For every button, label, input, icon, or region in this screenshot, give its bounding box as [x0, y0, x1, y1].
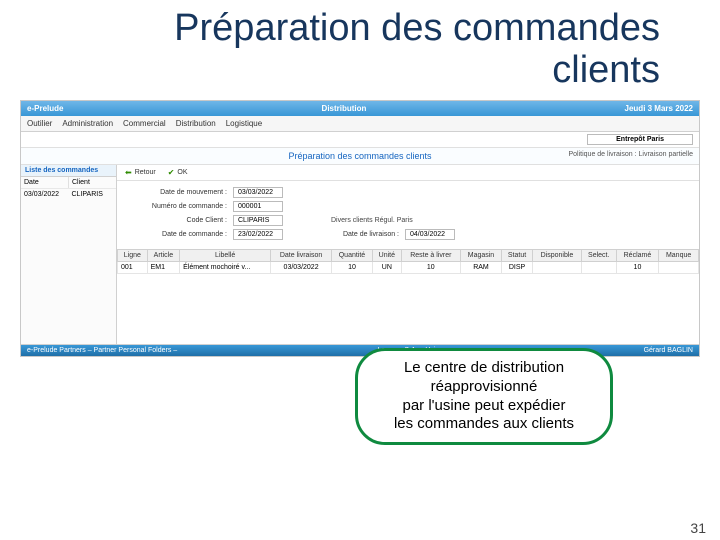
th[interactable]: Select.	[581, 249, 616, 261]
slide-title: Préparation des commandes clients	[0, 0, 720, 92]
menu-item[interactable]: Logistique	[226, 119, 262, 128]
menu-item[interactable]: Outilier	[27, 119, 52, 128]
grid-row[interactable]: 001 EM1 Élément mochoiré v... 03/03/2022…	[118, 261, 699, 273]
speech-bubble: Le centre de distribution réapprovisionn…	[355, 348, 613, 445]
app-menubar[interactable]: Outilier Administration Commercial Distr…	[21, 116, 699, 132]
td	[533, 261, 582, 273]
th[interactable]: Ligne	[118, 249, 148, 261]
td: 10	[616, 261, 659, 273]
td: EM1	[147, 261, 179, 273]
annotation-line: Le centre de distribution	[368, 359, 600, 378]
check-icon: ✔	[168, 168, 175, 177]
th[interactable]: Unité	[373, 249, 402, 261]
menu-item[interactable]: Commercial	[123, 119, 166, 128]
td: RAM	[460, 261, 501, 273]
label-date-cmd: Date de commande :	[127, 231, 227, 238]
orders-list-title: Liste des commandes	[21, 165, 116, 177]
label-client: Code Client :	[127, 217, 227, 224]
body-area: Liste des commandes Date Client 03/03/20…	[21, 165, 699, 345]
annotation-line: les commandes aux clients	[368, 415, 600, 434]
order-form: Date de mouvement : 03/03/2022 Numéro de…	[117, 181, 699, 249]
td: 001	[118, 261, 148, 273]
td	[659, 261, 699, 273]
delivery-policy: Politique de livraison : Livraison parti…	[568, 151, 693, 158]
blank-area	[117, 274, 699, 344]
context-bar: Entrepôt Paris	[21, 132, 699, 148]
menu-item[interactable]: Administration	[62, 119, 113, 128]
app-header: e-Prelude Distribution Jeudi 3 Mars 2022	[21, 101, 699, 116]
th[interactable]: Libellé	[180, 249, 271, 261]
section-title-text: Préparation des commandes clients	[288, 151, 431, 161]
app-date: Jeudi 3 Mars 2022	[625, 104, 693, 113]
label-num: Numéro de commande :	[127, 203, 227, 210]
th[interactable]: Manque	[659, 249, 699, 261]
footer-right: Gérard BAGLIN	[644, 347, 693, 354]
td: DISP	[502, 261, 533, 273]
th[interactable]: Magasin	[460, 249, 501, 261]
back-label: Retour	[135, 169, 156, 176]
col-date: Date	[21, 177, 69, 188]
td: Élément mochoiré v...	[180, 261, 271, 273]
td: UN	[373, 261, 402, 273]
back-button[interactable]: ⬅ Retour	[125, 168, 156, 177]
th[interactable]: Statut	[502, 249, 533, 261]
app-brand: e-Prelude	[27, 104, 63, 113]
th[interactable]: Reste à livrer	[401, 249, 460, 261]
ok-button[interactable]: ✔ OK	[168, 168, 188, 177]
annotation-line: par l'usine peut expédier	[368, 397, 600, 416]
orders-list-headers: Date Client	[21, 177, 116, 188]
page-number: 31	[690, 520, 706, 536]
arrow-left-icon: ⬅	[125, 168, 132, 177]
detail-toolbar: ⬅ Retour ✔ OK	[117, 165, 699, 181]
cell-client: CLIPARIS	[69, 189, 117, 200]
th[interactable]: Quantité	[331, 249, 372, 261]
input-date-cmd[interactable]: 23/02/2022	[233, 229, 283, 240]
cell-date: 03/03/2022	[21, 189, 69, 200]
label-date-mvt: Date de mouvement :	[127, 189, 227, 196]
input-client[interactable]: CLIPARIS	[233, 215, 283, 226]
client-name: Divers clients Régul. Paris	[329, 216, 415, 225]
ok-label: OK	[177, 169, 187, 176]
th[interactable]: Date livraison	[271, 249, 332, 261]
th[interactable]: Disponible	[533, 249, 582, 261]
lines-grid: Ligne Article Libellé Date livraison Qua…	[117, 249, 699, 274]
td	[581, 261, 616, 273]
order-detail-panel: ⬅ Retour ✔ OK Date de mouvement : 03/03/…	[117, 165, 699, 344]
td: 10	[331, 261, 372, 273]
td: 10	[401, 261, 460, 273]
grid-header-row: Ligne Article Libellé Date livraison Qua…	[118, 249, 699, 261]
footer-left: e-Prelude Partners – Partner Personal Fo…	[27, 347, 177, 354]
col-client: Client	[69, 177, 116, 188]
th[interactable]: Article	[147, 249, 179, 261]
menu-item[interactable]: Distribution	[176, 119, 216, 128]
section-title: Préparation des commandes clients Politi…	[21, 148, 699, 165]
app-screenshot: e-Prelude Distribution Jeudi 3 Mars 2022…	[20, 100, 700, 357]
th[interactable]: Réclamé	[616, 249, 659, 261]
td: 03/03/2022	[271, 261, 332, 273]
input-date-liv[interactable]: 04/03/2022	[405, 229, 455, 240]
depot-selector[interactable]: Entrepôt Paris	[587, 134, 693, 145]
app-module: Distribution	[322, 104, 367, 113]
input-date-mvt[interactable]: 03/03/2022	[233, 187, 283, 198]
annotation-line: réapprovisionné	[368, 378, 600, 397]
orders-list-panel: Liste des commandes Date Client 03/03/20…	[21, 165, 117, 344]
label-date-liv: Date de livraison :	[319, 231, 399, 238]
orders-list-row[interactable]: 03/03/2022 CLIPARIS	[21, 188, 116, 200]
input-num[interactable]: 000001	[233, 201, 283, 212]
